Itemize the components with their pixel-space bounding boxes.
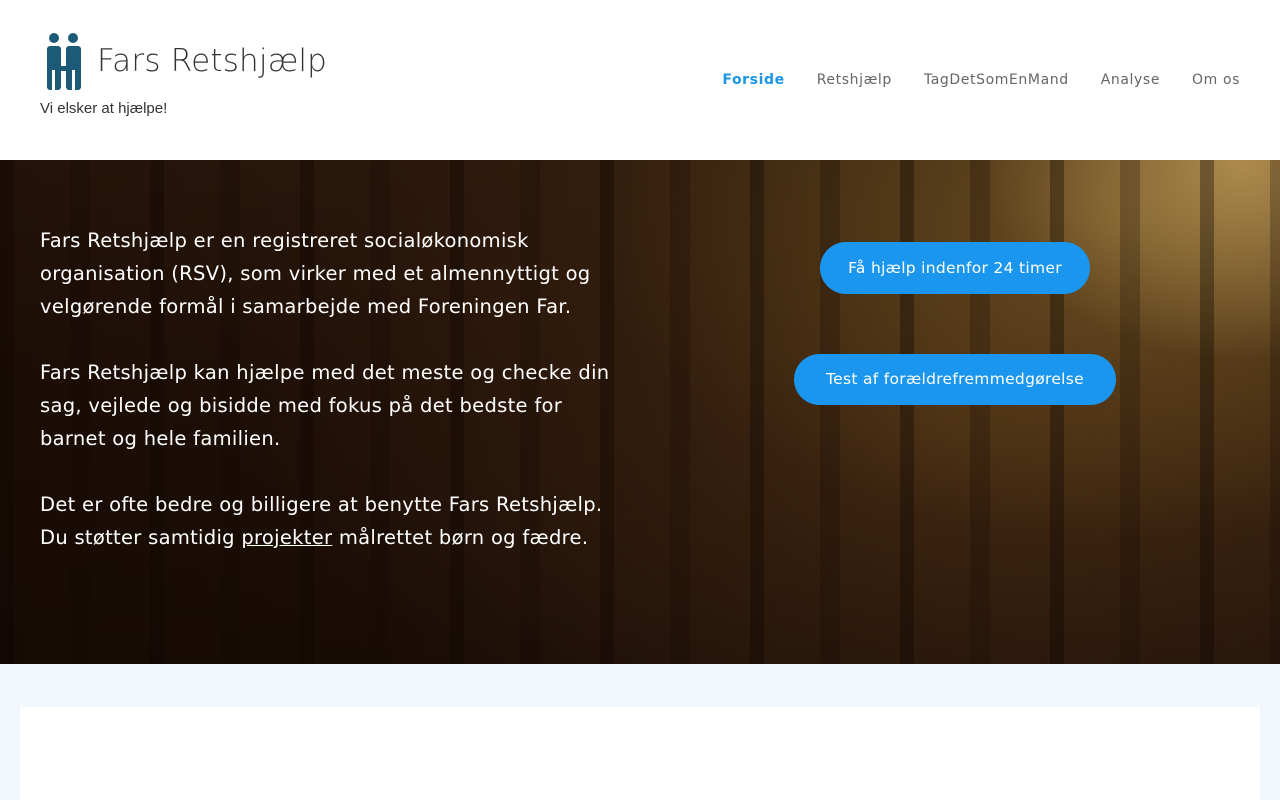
nav-item-om-os[interactable]: Om os xyxy=(1192,70,1240,90)
site-title[interactable]: Fars Retshjælp xyxy=(97,43,327,79)
hero-paragraph-3-line-1: Det er ofte bedre og billigere at benytt… xyxy=(40,493,603,516)
projects-link[interactable]: projekter xyxy=(241,526,332,549)
hero-section: Fars Retshjælp er en registreret socialø… xyxy=(0,160,1280,664)
alienation-test-button[interactable]: Test af forældrefremmedgørelse xyxy=(794,354,1116,405)
nav-item-retshjaelp[interactable]: Retshjælp xyxy=(817,70,892,90)
hero-paragraph-2: Fars Retshjælp kan hjælpe med det meste … xyxy=(40,361,610,450)
hero-paragraph-3-prefix: Du støtter samtidig xyxy=(40,526,235,549)
main-navigation: Forside Retshjælp TagDetSomEnMand Analys… xyxy=(690,70,1240,90)
hero-paragraph-1: Fars Retshjælp er en registreret socialø… xyxy=(40,229,591,318)
site-logo-link[interactable]: Fars Retshjælp xyxy=(40,32,327,90)
nav-item-analyse[interactable]: Analyse xyxy=(1101,70,1160,90)
hero-paragraph-3-suffix: målrettet børn og fædre. xyxy=(338,526,589,549)
content-card xyxy=(20,707,1260,800)
get-help-24h-button[interactable]: Få hjælp indenfor 24 timer xyxy=(820,242,1090,294)
site-tagline: Vi elsker at hjælpe! xyxy=(40,100,168,117)
family-logo-icon xyxy=(47,33,81,90)
nav-item-forside[interactable]: Forside xyxy=(722,70,784,90)
nav-item-tagdetsomenmand[interactable]: TagDetSomEnMand xyxy=(924,70,1069,90)
hero-text: Fars Retshjælp er en registreret socialø… xyxy=(40,224,620,587)
site-header: Fars Retshjælp Vi elsker at hjælpe! Fors… xyxy=(0,0,1280,160)
hero-paragraph-3: Det er ofte bedre og billigere at benytt… xyxy=(40,488,620,554)
